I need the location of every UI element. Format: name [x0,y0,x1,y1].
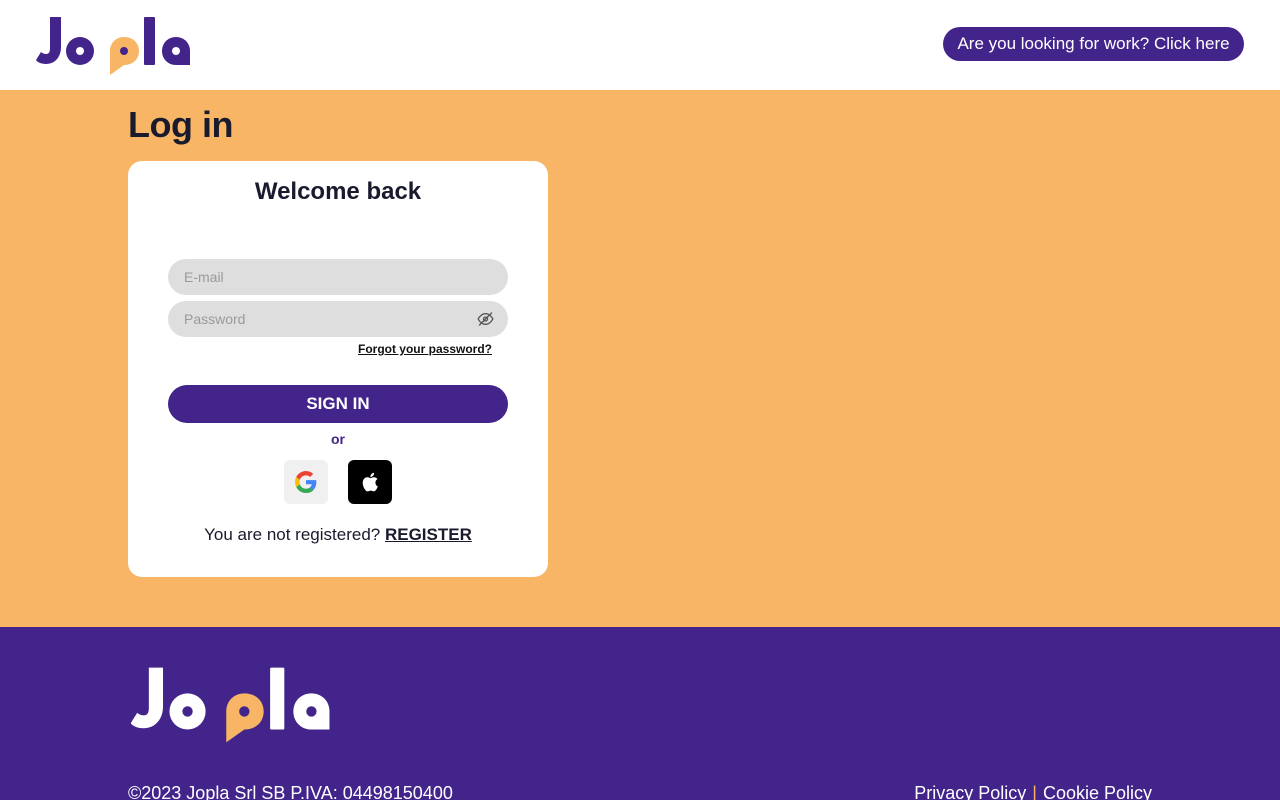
cookie-policy-link[interactable]: Cookie Policy [1043,783,1152,800]
eye-off-icon[interactable] [477,311,494,327]
policy-links: Privacy Policy | Cookie Policy [914,783,1152,800]
privacy-policy-link[interactable]: Privacy Policy [914,783,1026,800]
register-link[interactable]: REGISTER [385,525,472,544]
page-title: Log in [128,104,233,145]
main-section: Log in Welcome back Forgot your password… [0,90,1280,627]
google-login-button[interactable] [284,460,328,504]
top-header: Are you looking for work? Click here [0,0,1280,90]
password-input[interactable] [168,301,508,337]
footer: ©2023 Jopla Srl SB P.IVA: 04498150400 Pr… [0,627,1280,800]
jopla-footer-logo[interactable] [128,665,340,745]
copyright-text: ©2023 Jopla Srl SB P.IVA: 04498150400 [128,783,453,800]
policy-separator: | [1032,783,1037,800]
card-title: Welcome back [254,178,422,205]
email-input[interactable] [168,259,508,295]
not-registered-text: You are not registered? [204,525,381,544]
google-icon [295,471,317,493]
sign-in-button[interactable]: SIGN IN [168,385,508,423]
login-card: Welcome back Forgot your password? SIGN … [128,161,548,577]
jopla-logo[interactable] [36,15,196,77]
looking-for-work-button[interactable]: Are you looking for work? Click here [943,27,1244,61]
or-divider: or [331,431,345,447]
forgot-password-link[interactable]: Forgot your password? [358,342,492,356]
email-field[interactable] [168,259,508,295]
apple-icon [362,472,378,492]
password-field[interactable] [168,301,508,337]
register-line: You are not registered? REGISTER [128,525,548,545]
apple-login-button[interactable] [348,460,392,504]
